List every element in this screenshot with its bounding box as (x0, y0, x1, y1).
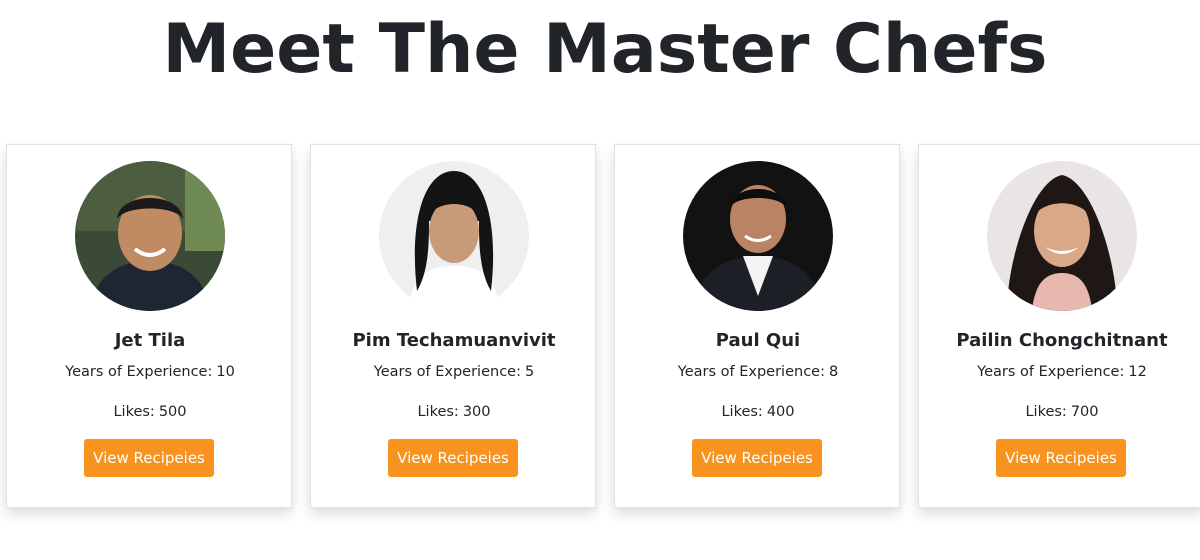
page: Meet The Master Chefs Jet Tila Years of … (0, 0, 1200, 560)
experience-value: 12 (1128, 364, 1147, 380)
view-recipes-button[interactable]: View Recipeies (996, 439, 1126, 477)
chef-experience: Years of Experience: 12 (919, 362, 1200, 382)
chef-likes: Likes: 700 (919, 402, 1200, 422)
avatar (987, 161, 1137, 311)
avatar (75, 161, 225, 311)
chef-likes: Likes: 300 (311, 402, 597, 422)
chef-experience: Years of Experience: 5 (311, 362, 597, 382)
experience-label: Years of Experience: (65, 364, 213, 380)
view-recipes-button[interactable]: View Recipeies (84, 439, 214, 477)
avatar (379, 161, 529, 311)
avatar (683, 161, 833, 311)
chef-name: Paul Qui (715, 330, 801, 351)
likes-label: Likes: (1025, 404, 1067, 420)
chef-card: Pim Techamuanvivit Years of Experience: 5… (310, 144, 596, 508)
likes-label: Likes: (721, 404, 763, 420)
experience-value: 10 (216, 364, 235, 380)
chef-experience: Years of Experience: 10 (7, 362, 293, 382)
view-recipes-button[interactable]: View Recipeies (388, 439, 518, 477)
view-recipes-button[interactable]: View Recipeies (692, 439, 822, 477)
page-title: Meet The Master Chefs (162, 10, 1048, 89)
chef-photo (75, 161, 225, 311)
likes-value: 400 (766, 404, 795, 420)
experience-value: 5 (524, 364, 535, 380)
chef-card: Paul Qui Years of Experience: 8 Likes: 400… (614, 144, 900, 508)
chef-name: Pailin Chongchitnant (956, 330, 1168, 351)
chef-likes: Likes: 500 (7, 402, 293, 422)
chef-likes: Likes: 400 (615, 402, 901, 422)
experience-label: Years of Experience: (977, 364, 1125, 380)
chef-photo (987, 161, 1137, 311)
experience-label: Years of Experience: (373, 364, 521, 380)
chef-photo (683, 161, 833, 311)
chef-card: Pailin Chongchitnant Years of Experience… (918, 144, 1200, 508)
experience-value: 8 (828, 364, 839, 380)
chef-name: Jet Tila (114, 330, 186, 351)
likes-label: Likes: (417, 404, 459, 420)
chef-card: Jet Tila Years of Experience: 10 Likes: 50… (6, 144, 292, 508)
chef-name: Pim Techamuanvivit (352, 330, 556, 351)
chef-experience: Years of Experience: 8 (615, 362, 901, 382)
experience-label: Years of Experience: (677, 364, 825, 380)
likes-label: Likes: (113, 404, 155, 420)
likes-value: 700 (1070, 404, 1099, 420)
likes-value: 300 (462, 404, 491, 420)
likes-value: 500 (158, 404, 187, 420)
chef-photo (379, 161, 529, 311)
